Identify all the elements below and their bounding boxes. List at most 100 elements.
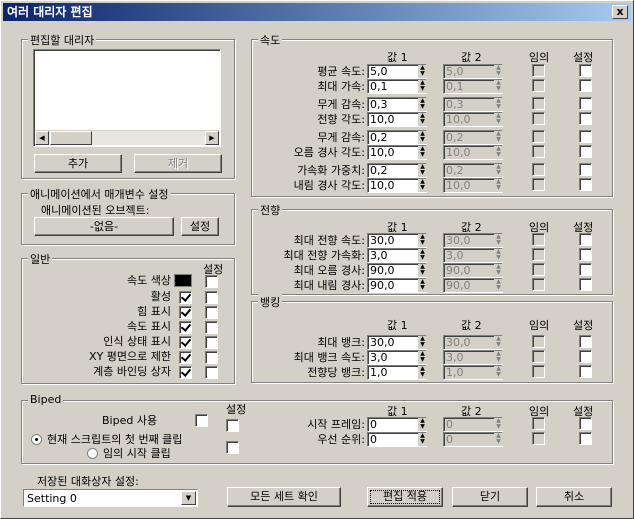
general-set-checkbox[interactable]: [205, 321, 218, 334]
add-button[interactable]: 추가: [34, 154, 122, 173]
biped-random-checkbox[interactable]: [532, 417, 545, 430]
delegate-list[interactable]: ◀ ▶: [33, 49, 221, 147]
turn-value2-spinner-arrows-icon[interactable]: ▲ ▼: [494, 279, 503, 292]
turn-value2-spinner-arrows-icon[interactable]: ▲ ▼: [494, 249, 503, 262]
speed-value1-spinner[interactable]: 5,0 ▲ ▼: [367, 64, 427, 79]
general-set-checkbox[interactable]: [205, 291, 218, 304]
bank-value2-spinner[interactable]: 3,0 ▲ ▼: [443, 350, 503, 365]
biped-use-checkbox[interactable]: [195, 414, 208, 427]
speed-value1-spinner[interactable]: 0,1 ▲ ▼: [367, 79, 427, 94]
turn-value1-spinner[interactable]: 90,0 ▲ ▼: [367, 278, 427, 293]
biped-value2-spinner[interactable]: 0 ▲ ▼: [443, 432, 503, 447]
biped-value2-spinner-arrows-icon[interactable]: ▲ ▼: [494, 433, 503, 446]
speed-random-checkbox[interactable]: [532, 178, 545, 191]
random-clip-radio[interactable]: [87, 448, 98, 459]
speed-value2-spinner-arrows-icon[interactable]: ▲ ▼: [494, 179, 503, 192]
speed-value2-spinner-arrows-icon[interactable]: ▲ ▼: [494, 80, 503, 93]
speed-set-checkbox[interactable]: [579, 178, 592, 191]
turn-set-checkbox[interactable]: [579, 233, 592, 246]
general-value-checkbox[interactable]: [179, 336, 192, 349]
speed-value2-spinner[interactable]: 5,0 ▲ ▼: [443, 64, 503, 79]
horizontal-scrollbar[interactable]: ◀ ▶: [35, 130, 219, 145]
turn-set-checkbox[interactable]: [579, 278, 592, 291]
turn-value1-spinner-arrows-icon[interactable]: ▲ ▼: [418, 234, 427, 247]
turn-value2-spinner[interactable]: 3,0 ▲ ▼: [443, 248, 503, 263]
speed-value1-spinner-arrows-icon[interactable]: ▲ ▼: [418, 113, 427, 126]
turn-set-checkbox[interactable]: [579, 263, 592, 276]
turn-value2-spinner[interactable]: 30,0 ▲ ▼: [443, 233, 503, 248]
speed-value1-spinner[interactable]: 0,2 ▲ ▼: [367, 163, 427, 178]
general-set-checkbox[interactable]: [205, 306, 218, 319]
apply-edit-button[interactable]: 편집 적용: [367, 487, 443, 507]
speed-value2-spinner-arrows-icon[interactable]: ▲ ▼: [494, 131, 503, 144]
close-button[interactable]: 닫기: [452, 487, 528, 507]
general-value-checkbox[interactable]: [179, 351, 192, 364]
speed-set-checkbox[interactable]: [579, 79, 592, 92]
speed-set-checkbox[interactable]: [579, 163, 592, 176]
bank-value1-spinner-arrows-icon[interactable]: ▲ ▼: [418, 366, 427, 379]
biped-set-checkbox[interactable]: [579, 417, 592, 430]
biped-value2-spinner[interactable]: 0 ▲ ▼: [443, 417, 503, 432]
turn-value1-spinner[interactable]: 3,0 ▲ ▼: [367, 248, 427, 263]
turn-value1-spinner[interactable]: 90,0 ▲ ▼: [367, 263, 427, 278]
bank-value2-spinner[interactable]: 30,0 ▲ ▼: [443, 335, 503, 350]
speed-set-checkbox[interactable]: [579, 97, 592, 110]
check-all-sets-button[interactable]: 모든 세트 확인: [227, 487, 341, 507]
speed-set-checkbox[interactable]: [579, 64, 592, 77]
bank-value2-spinner-arrows-icon[interactable]: ▲ ▼: [494, 366, 503, 379]
animated-objects-button[interactable]: -없음-: [34, 217, 174, 236]
speed-value2-spinner[interactable]: 0,2 ▲ ▼: [443, 130, 503, 145]
bank-value1-spinner-arrows-icon[interactable]: ▲ ▼: [418, 336, 427, 349]
biped-value2-spinner-arrows-icon[interactable]: ▲ ▼: [494, 418, 503, 431]
speed-value2-spinner[interactable]: 0,1 ▲ ▼: [443, 79, 503, 94]
first-clip-radio[interactable]: [31, 434, 42, 445]
bank-value1-spinner[interactable]: 1,0 ▲ ▼: [367, 365, 427, 380]
scroll-thumb[interactable]: [50, 131, 92, 145]
turn-value1-spinner[interactable]: 30,0 ▲ ▼: [367, 233, 427, 248]
speed-set-checkbox[interactable]: [579, 145, 592, 158]
turn-value1-spinner-arrows-icon[interactable]: ▲ ▼: [418, 264, 427, 277]
close-icon[interactable]: x: [612, 5, 628, 19]
chevron-down-icon[interactable]: ▼: [181, 491, 196, 505]
turn-value2-spinner-arrows-icon[interactable]: ▲ ▼: [494, 234, 503, 247]
biped-random-checkbox[interactable]: [532, 432, 545, 445]
speed-random-checkbox[interactable]: [532, 130, 545, 143]
turn-set-checkbox[interactable]: [579, 248, 592, 261]
speed-color-swatch[interactable]: [174, 274, 192, 287]
speed-value2-spinner[interactable]: 0,2 ▲ ▼: [443, 163, 503, 178]
turn-value2-spinner[interactable]: 90,0 ▲ ▼: [443, 263, 503, 278]
speed-value2-spinner-arrows-icon[interactable]: ▲ ▼: [494, 113, 503, 126]
speed-random-checkbox[interactable]: [532, 163, 545, 176]
anim-set-button[interactable]: 설정: [181, 217, 219, 236]
bank-random-checkbox[interactable]: [532, 365, 545, 378]
turn-random-checkbox[interactable]: [532, 263, 545, 276]
speed-set-checkbox[interactable]: [579, 112, 592, 125]
turn-value2-spinner[interactable]: 90,0 ▲ ▼: [443, 278, 503, 293]
cancel-button[interactable]: 취소: [536, 487, 612, 507]
speed-value1-spinner[interactable]: 10,0 ▲ ▼: [367, 145, 427, 160]
speed-set-checkbox[interactable]: [579, 130, 592, 143]
biped-value1-spinner[interactable]: 0 ▲ ▼: [367, 417, 427, 432]
speed-value2-spinner-arrows-icon[interactable]: ▲ ▼: [494, 98, 503, 111]
bank-value2-spinner-arrows-icon[interactable]: ▲ ▼: [494, 351, 503, 364]
speed-value2-spinner-arrows-icon[interactable]: ▲ ▼: [494, 164, 503, 177]
bank-value2-spinner[interactable]: 1,0 ▲ ▼: [443, 365, 503, 380]
turn-random-checkbox[interactable]: [532, 233, 545, 246]
speed-value1-spinner[interactable]: 10,0 ▲ ▼: [367, 112, 427, 127]
speed-random-checkbox[interactable]: [532, 97, 545, 110]
speed-value1-spinner-arrows-icon[interactable]: ▲ ▼: [418, 164, 427, 177]
speed-random-checkbox[interactable]: [532, 145, 545, 158]
turn-value1-spinner-arrows-icon[interactable]: ▲ ▼: [418, 249, 427, 262]
speed-value1-spinner-arrows-icon[interactable]: ▲ ▼: [418, 146, 427, 159]
bank-value2-spinner-arrows-icon[interactable]: ▲ ▼: [494, 336, 503, 349]
turn-value1-spinner-arrows-icon[interactable]: ▲ ▼: [418, 279, 427, 292]
speed-value2-spinner[interactable]: 10,0 ▲ ▼: [443, 178, 503, 193]
general-value-checkbox[interactable]: [179, 366, 192, 379]
speed-value1-spinner-arrows-icon[interactable]: ▲ ▼: [418, 98, 427, 111]
bank-value1-spinner[interactable]: 30,0 ▲ ▼: [367, 335, 427, 350]
general-value-checkbox[interactable]: [179, 321, 192, 334]
bank-set-checkbox[interactable]: [579, 335, 592, 348]
bank-set-checkbox[interactable]: [579, 350, 592, 363]
speed-value1-spinner[interactable]: 0,3 ▲ ▼: [367, 97, 427, 112]
turn-random-checkbox[interactable]: [532, 248, 545, 261]
